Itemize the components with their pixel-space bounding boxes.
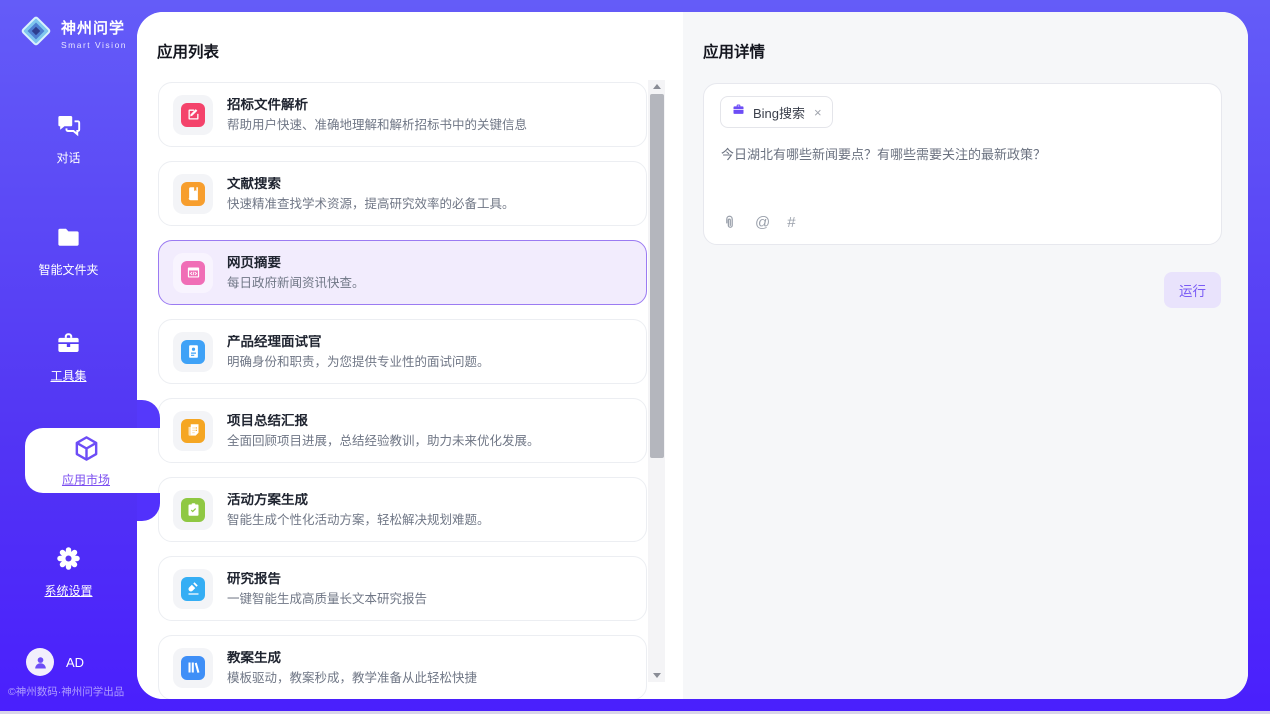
- app-card-title: 项目总结汇报: [227, 414, 540, 428]
- app-card[interactable]: 网页摘要每日政府新闻资讯快查。: [158, 240, 647, 305]
- app-card-desc: 明确身份和职责，为您提供专业性的面试问题。: [227, 356, 490, 369]
- app-card-list: 招标文件解析帮助用户快速、准确地理解和解析招标书中的关键信息文献搜索快速精准查找…: [158, 82, 647, 699]
- clipboard-check-icon: [173, 490, 213, 530]
- copyright-footer: ©神州数码·神州问学出品: [8, 684, 137, 699]
- folder-icon: [55, 224, 82, 256]
- brand-logo: 神州问学 Smart Vision: [18, 13, 127, 54]
- query-input[interactable]: 今日湖北有哪些新闻要点？有哪些需要关注的最新政策？: [721, 145, 1201, 165]
- app-card-title: 研究报告: [227, 572, 427, 586]
- browser-code-icon: [173, 253, 213, 293]
- app-card-title: 产品经理面试官: [227, 335, 490, 349]
- app-card-title: 活动方案生成: [227, 493, 490, 507]
- tool-tag-close-icon[interactable]: ×: [814, 105, 822, 120]
- cube-icon: [72, 434, 101, 468]
- toolbox-icon: [55, 330, 82, 362]
- sidebar-item-settings[interactable]: 系统设置: [0, 545, 137, 599]
- app-card-desc: 全面回顾项目进展，总结经验教训，助力未来优化发展。: [227, 435, 540, 448]
- brand-diamond-icon: [18, 13, 54, 54]
- app-card-title: 教案生成: [227, 651, 477, 665]
- tool-tag-label: Bing搜索: [753, 103, 805, 122]
- sidebar-item-toolset[interactable]: 工具集: [0, 330, 137, 384]
- app-card[interactable]: 活动方案生成智能生成个性化活动方案，轻松解决规划难题。: [158, 477, 647, 542]
- avatar: [26, 648, 54, 676]
- sidebar-item-label: 智能文件夹: [38, 261, 98, 278]
- mention-icon[interactable]: @: [755, 215, 770, 230]
- app-detail-title: 应用详情: [703, 40, 765, 62]
- prompt-input-card: Bing搜索 × 今日湖北有哪些新闻要点？有哪些需要关注的最新政策？ @ #: [703, 83, 1222, 245]
- scrollbar-down-arrow[interactable]: [648, 669, 665, 682]
- app-list-panel: 应用列表 招标文件解析帮助用户快速、准确地理解和解析招标书中的关键信息文献搜索快…: [137, 12, 683, 699]
- app-card-title: 网页摘要: [227, 256, 365, 270]
- user-icon: [32, 654, 49, 671]
- app-card[interactable]: 招标文件解析帮助用户快速、准确地理解和解析招标书中的关键信息: [158, 82, 647, 147]
- brand-name: 神州问学: [61, 17, 127, 38]
- sidebar-item-label: 对话: [56, 149, 80, 166]
- gear-icon: [55, 545, 82, 577]
- app-card-desc: 一键智能生成高质量长文本研究报告: [227, 593, 427, 606]
- app-card-desc: 模板驱动，教案秒成，教学准备从此轻松快捷: [227, 672, 477, 685]
- book-icon: [173, 174, 213, 214]
- tool-tag-bing-search[interactable]: Bing搜索 ×: [720, 96, 833, 128]
- sidebar-item-label: 工具集: [50, 367, 86, 384]
- sidebar-item-smart-folder[interactable]: 智能文件夹: [0, 224, 137, 278]
- app-card[interactable]: 文献搜索快速精准查找学术资源，提高研究效率的必备工具。: [158, 161, 647, 226]
- sidebar: 神州问学 Smart Vision 对话 智能文件夹 工具集 系统设置 AD ©…: [0, 0, 137, 714]
- paperclip-icon[interactable]: [721, 214, 738, 231]
- app-card[interactable]: 产品经理面试官明确身份和职责，为您提供专业性的面试问题。: [158, 319, 647, 384]
- edit-doc-icon: [173, 95, 213, 135]
- app-card-title: 招标文件解析: [227, 98, 527, 112]
- chat-icon: [55, 112, 82, 144]
- app-card-desc: 快速精准查找学术资源，提高研究效率的必备工具。: [227, 198, 515, 211]
- attachment-toolbar: @ #: [721, 214, 796, 231]
- app-detail-panel: 应用详情 Bing搜索 × 今日湖北有哪些新闻要点？有哪些需要关注的最新政策？ …: [683, 12, 1248, 699]
- scrollbar-up-arrow[interactable]: [648, 80, 665, 93]
- scrollbar: [648, 80, 665, 682]
- user-name: AD: [66, 655, 84, 670]
- hashtag-icon[interactable]: #: [787, 215, 795, 230]
- run-button[interactable]: 运行: [1164, 272, 1221, 308]
- sidebar-item-label: 系统设置: [44, 582, 92, 599]
- app-card-desc: 每日政府新闻资讯快查。: [227, 277, 365, 290]
- books-icon: [173, 648, 213, 688]
- app-list-title: 应用列表: [157, 40, 219, 62]
- notes-icon: [173, 411, 213, 451]
- app-card[interactable]: 研究报告一键智能生成高质量长文本研究报告: [158, 556, 647, 621]
- user-account[interactable]: AD: [26, 648, 84, 676]
- app-card-desc: 帮助用户快速、准确地理解和解析招标书中的关键信息: [227, 119, 527, 132]
- brand-subtitle: Smart Vision: [61, 40, 127, 50]
- scrollbar-thumb[interactable]: [650, 94, 664, 458]
- sidebar-item-app-market[interactable]: 应用市场: [25, 428, 147, 493]
- microscope-icon: [173, 569, 213, 609]
- app-card-title: 文献搜索: [227, 177, 515, 191]
- resume-icon: [173, 332, 213, 372]
- sidebar-item-label: 应用市场: [62, 471, 110, 488]
- main-content: 应用列表 招标文件解析帮助用户快速、准确地理解和解析招标书中的关键信息文献搜索快…: [137, 12, 1248, 699]
- briefcase-icon: [731, 102, 746, 122]
- app-card-desc: 智能生成个性化活动方案，轻松解决规划难题。: [227, 514, 490, 527]
- app-card[interactable]: 项目总结汇报全面回顾项目进展，总结经验教训，助力未来优化发展。: [158, 398, 647, 463]
- app-card[interactable]: 教案生成模板驱动，教案秒成，教学准备从此轻松快捷: [158, 635, 647, 699]
- sidebar-item-chat[interactable]: 对话: [0, 112, 137, 166]
